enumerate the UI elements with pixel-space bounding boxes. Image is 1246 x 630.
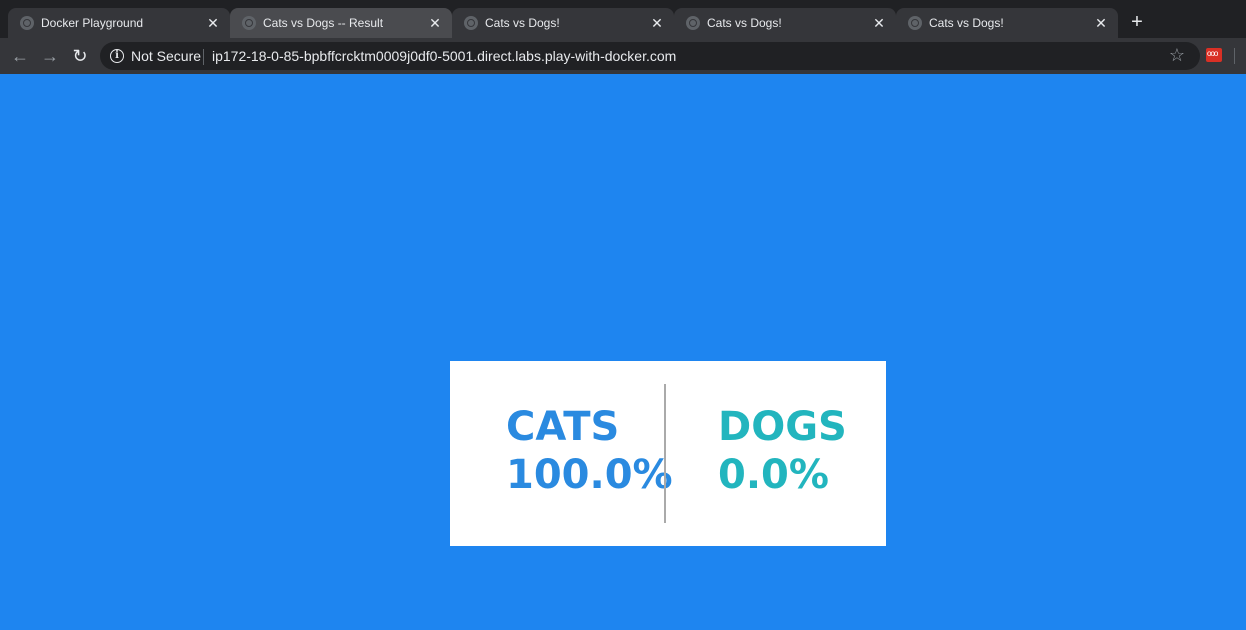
browser-toolbar: ← → ↻ i Not Secure ip172-18-0-85-bpbffcr… bbox=[0, 38, 1246, 74]
info-icon[interactable]: i bbox=[110, 49, 124, 63]
forward-arrow-icon[interactable]: → bbox=[38, 44, 62, 68]
globe-icon bbox=[20, 16, 34, 30]
dogs-result: DOGS 0.0% bbox=[718, 403, 847, 499]
reload-icon[interactable]: ↻ bbox=[68, 44, 92, 68]
star-icon[interactable]: ☆ bbox=[1166, 44, 1188, 66]
globe-icon bbox=[686, 16, 700, 30]
close-icon[interactable]: ✕ bbox=[648, 14, 666, 32]
globe-icon bbox=[908, 16, 922, 30]
back-arrow-icon[interactable]: ← bbox=[8, 44, 32, 68]
cats-label: CATS bbox=[506, 404, 620, 450]
tab-strip: Docker Playground ✕ Cats vs Dogs -- Resu… bbox=[0, 0, 1246, 38]
dogs-label: DOGS bbox=[718, 404, 847, 450]
result-card: CATS 100.0% DOGS 0.0% bbox=[450, 361, 886, 546]
tab-cats-vs-dogs-result[interactable]: Cats vs Dogs -- Result ✕ bbox=[230, 8, 452, 38]
tab-docker-playground[interactable]: Docker Playground ✕ bbox=[8, 8, 230, 38]
toolbar-separator bbox=[1234, 48, 1235, 64]
tab-cats-vs-dogs-2[interactable]: Cats vs Dogs! ✕ bbox=[674, 8, 896, 38]
close-icon[interactable]: ✕ bbox=[870, 14, 888, 32]
security-label[interactable]: Not Secure bbox=[131, 48, 201, 64]
address-bar[interactable]: i Not Secure ip172-18-0-85-bpbffcrcktm00… bbox=[100, 42, 1200, 70]
cats-result: CATS 100.0% bbox=[506, 403, 673, 499]
url-text[interactable]: ip172-18-0-85-bpbffcrcktm0009j0df0-5001.… bbox=[212, 48, 676, 64]
tab-title: Cats vs Dogs! bbox=[485, 16, 560, 30]
tab-title: Cats vs Dogs! bbox=[929, 16, 1004, 30]
tab-title: Docker Playground bbox=[41, 16, 144, 30]
dogs-percent: 0.0% bbox=[718, 452, 829, 498]
plus-icon[interactable]: + bbox=[1126, 11, 1148, 33]
close-icon[interactable]: ✕ bbox=[204, 14, 222, 32]
extension-icon[interactable] bbox=[1206, 48, 1222, 62]
globe-icon bbox=[242, 16, 256, 30]
tab-cats-vs-dogs-1[interactable]: Cats vs Dogs! ✕ bbox=[452, 8, 674, 38]
result-divider bbox=[664, 384, 666, 523]
tab-title: Cats vs Dogs -- Result bbox=[263, 16, 384, 30]
cats-percent: 100.0% bbox=[506, 452, 673, 498]
tab-cats-vs-dogs-3[interactable]: Cats vs Dogs! ✕ bbox=[896, 8, 1118, 38]
close-icon[interactable]: ✕ bbox=[426, 14, 444, 32]
globe-icon bbox=[464, 16, 478, 30]
omnibox-divider bbox=[203, 49, 204, 65]
tab-title: Cats vs Dogs! bbox=[707, 16, 782, 30]
close-icon[interactable]: ✕ bbox=[1092, 14, 1110, 32]
